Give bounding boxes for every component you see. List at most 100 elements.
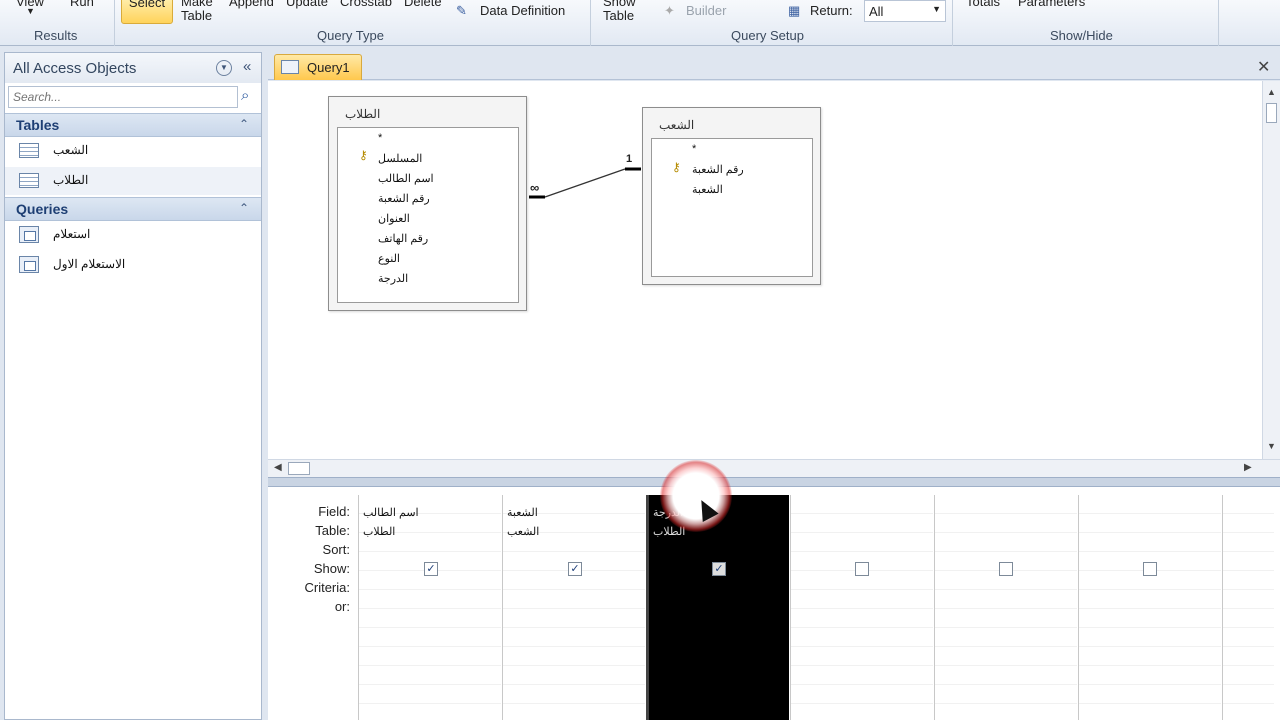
nav-item-query[interactable]: الاستعلام الاول <box>5 251 261 279</box>
row-label-sort: Sort: <box>322 542 350 557</box>
return-label: Return: <box>810 3 853 18</box>
pane-splitter[interactable] <box>268 477 1280 487</box>
key-icon: ⚷ <box>672 160 681 174</box>
nav-item-query[interactable]: استعلام <box>5 221 261 249</box>
return-select[interactable]: All ▼ <box>864 0 946 22</box>
scroll-right-icon[interactable]: ▶ <box>1244 462 1252 473</box>
field-item[interactable]: رقم الشعبة <box>692 163 744 176</box>
table-box-sections[interactable]: الشعب * ⚷ رقم الشعبة الشعبة <box>642 107 821 285</box>
update-button[interactable]: Update <box>286 0 328 9</box>
key-icon: ⚷ <box>359 148 368 162</box>
grid-table-cell[interactable]: الشعب <box>507 525 539 538</box>
table-box-students[interactable]: الطلاب * ⚷ المسلسل اسم الطالب رقم الشعبة… <box>328 96 527 311</box>
row-label-show: Show: <box>313 561 350 576</box>
scroll-up-icon[interactable]: ▲ <box>1267 87 1276 97</box>
run-button[interactable]: Run <box>70 0 94 9</box>
tab-query1[interactable]: Query1 <box>274 54 362 80</box>
section-label: Tables <box>16 117 60 133</box>
grid-field-cell[interactable]: اسم الطالب <box>363 506 419 519</box>
chevron-down-icon[interactable]: ▼ <box>216 60 232 76</box>
nav-item-table[interactable]: الطلاب <box>5 167 261 195</box>
cursor-highlight <box>660 460 732 532</box>
nav-item-label: الشعب <box>53 143 89 157</box>
vertical-scrollbar[interactable]: ▲ ▼ <box>1262 81 1280 459</box>
table-box-title: الطلاب <box>345 107 381 121</box>
search-icon[interactable]: ⌕ <box>241 87 249 104</box>
field-item[interactable]: * <box>692 143 696 155</box>
ribbon: View ▼ Run Results Select Make Table App… <box>0 0 1280 46</box>
scroll-left-icon[interactable]: ◀ <box>274 462 282 473</box>
relationship-one-label: 1 <box>626 153 633 165</box>
field-item[interactable]: المسلسل <box>378 152 422 165</box>
grid-column[interactable] <box>790 495 933 720</box>
nav-item-label: استعلام <box>53 227 91 241</box>
show-checkbox[interactable]: ✓ <box>712 562 726 576</box>
field-item[interactable]: العنوان <box>378 212 410 225</box>
nav-item-table[interactable]: الشعب <box>5 137 261 165</box>
builder-button[interactable]: Builder <box>686 3 726 18</box>
row-label-field: Field: <box>318 504 350 519</box>
ribbon-separator <box>952 0 953 46</box>
show-checkbox[interactable] <box>999 562 1013 576</box>
nav-title[interactable]: All Access Objects <box>13 60 136 77</box>
grid-column[interactable] <box>934 495 1077 720</box>
group-results-label: Results <box>34 28 78 43</box>
show-checkbox[interactable] <box>855 562 869 576</box>
collapse-icon: ⌃ <box>238 201 249 215</box>
field-item[interactable]: رقم الشعبة <box>378 192 430 205</box>
tab-label: Query1 <box>307 60 350 75</box>
table-icon <box>19 143 39 158</box>
crosstab-button[interactable]: Crosstab <box>340 0 392 9</box>
grid-field-cell[interactable]: الشعبة <box>507 506 538 519</box>
grid-column[interactable]: الشعبة الشعب ✓ <box>502 495 645 720</box>
row-label-or: or: <box>334 599 350 614</box>
grid-column[interactable] <box>1222 495 1274 720</box>
data-definition-icon: ✎ <box>456 3 467 18</box>
grid-column[interactable]: اسم الطالب الطلاب ✓ <box>358 495 501 720</box>
grid-column-selected[interactable]: الدرجة الطلاب ✓ <box>646 495 789 720</box>
collapse-pane-icon[interactable]: « <box>243 58 251 75</box>
grid-table-cell[interactable]: الطلاب <box>363 525 395 538</box>
navigation-pane: All Access Objects ▼ « ⌕ Tables ⌃ الشعب … <box>4 52 262 720</box>
section-queries[interactable]: Queries ⌃ <box>5 197 261 221</box>
ribbon-separator <box>590 0 591 46</box>
grid-row-labels: Field: Table: Sort: Show: Criteria: or: <box>268 495 358 720</box>
nav-item-label: الاستعلام الاول <box>53 257 126 271</box>
scroll-down-icon[interactable]: ▼ <box>1267 441 1276 451</box>
field-item[interactable]: الشعبة <box>692 183 723 196</box>
search-input[interactable] <box>8 86 238 108</box>
scroll-thumb[interactable] <box>1266 103 1277 123</box>
chevron-down-icon[interactable]: ▼ <box>26 6 35 16</box>
close-icon[interactable]: ✕ <box>1257 57 1270 77</box>
field-list: * ⚷ رقم الشعبة الشعبة <box>651 138 813 277</box>
field-item[interactable]: اسم الطالب <box>378 172 434 185</box>
relationship-many-label: ∞ <box>530 180 540 195</box>
field-list: * ⚷ المسلسل اسم الطالب رقم الشعبة العنوا… <box>337 127 519 303</box>
scroll-thumb[interactable] <box>288 462 310 475</box>
append-button[interactable]: Append <box>229 0 274 9</box>
group-show-hide-label: Show/Hide <box>1050 28 1113 43</box>
show-checkbox[interactable]: ✓ <box>424 562 438 576</box>
return-icon: ▦ <box>788 3 801 18</box>
chevron-down-icon: ▼ <box>932 4 941 14</box>
field-item[interactable]: * <box>378 132 382 144</box>
totals-button[interactable]: Totals <box>966 0 1000 9</box>
field-item[interactable]: رقم الهاتف <box>378 232 428 245</box>
nav-header: All Access Objects ▼ « <box>5 53 261 83</box>
data-definition-button[interactable]: Data Definition <box>480 3 565 18</box>
section-tables[interactable]: Tables ⌃ <box>5 113 261 137</box>
return-value: All <box>869 4 884 19</box>
grid-column[interactable] <box>1078 495 1221 720</box>
table-box-title: الشعب <box>659 118 695 132</box>
field-item[interactable]: النوع <box>378 252 400 265</box>
show-checkbox[interactable]: ✓ <box>568 562 582 576</box>
table-icon <box>19 173 39 188</box>
nav-item-label: الطلاب <box>53 173 89 187</box>
document-tab-bar <box>268 52 1280 80</box>
show-checkbox[interactable] <box>1143 562 1157 576</box>
select-query-button[interactable]: Select <box>121 0 173 24</box>
delete-button[interactable]: Delete <box>404 0 442 9</box>
parameters-button[interactable]: Parameters <box>1018 0 1085 9</box>
horizontal-scrollbar[interactable]: ◀ ▶ <box>268 459 1280 477</box>
field-item[interactable]: الدرجة <box>378 272 408 285</box>
